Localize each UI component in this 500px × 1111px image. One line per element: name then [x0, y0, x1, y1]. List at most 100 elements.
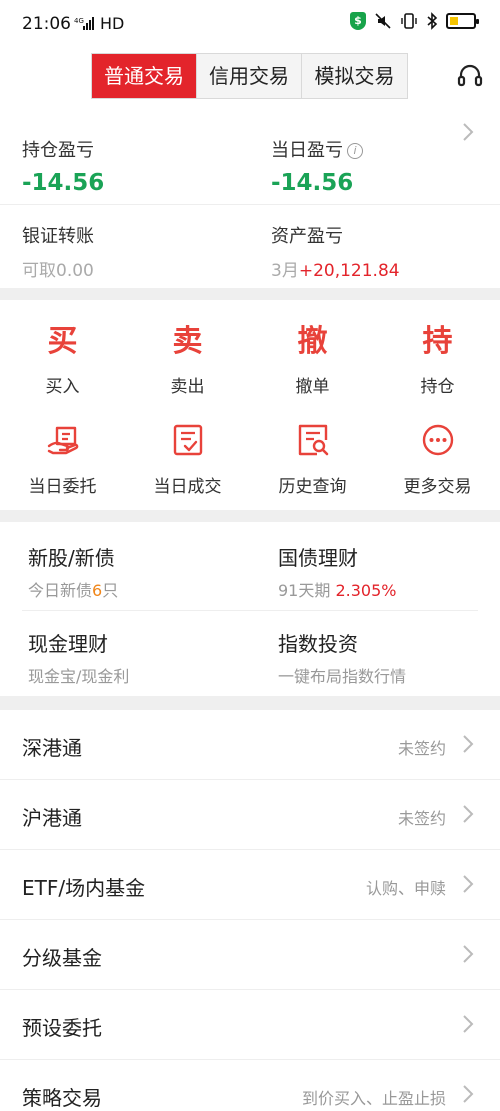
history-query-button[interactable]: 历史查询: [250, 422, 375, 497]
signal-icon: 4G: [74, 17, 94, 30]
security-shield-icon: $: [350, 12, 366, 30]
chevron-right-icon: [463, 805, 474, 823]
chevron-right-icon: [463, 875, 474, 893]
list-item-status: 未签约: [397, 809, 446, 828]
list-item-status: 到价买入、止盈止损: [301, 1089, 446, 1108]
today-deals-button[interactable]: 当日成交: [125, 422, 250, 497]
index-investment-sub: 一键布局指数行情: [278, 667, 407, 686]
cash-management-title: 现金理财: [28, 632, 108, 656]
hand-order-icon: [47, 426, 78, 455]
trade-mode-tabs: 普通交易 信用交易 模拟交易: [91, 53, 408, 99]
ipo-bond-title: 新股/新债: [28, 546, 115, 570]
doc-search-icon: [298, 424, 328, 456]
holding-pl-cell: 持仓盈亏 -14.56: [22, 136, 104, 196]
treasury-bond-rate: 2.305%: [335, 581, 397, 600]
ipo-bond-count: 6: [92, 581, 103, 600]
status-time: 21:06: [22, 14, 71, 34]
withdrawable-amount: 可取0.00: [22, 261, 94, 281]
chevron-right-icon[interactable]: [462, 122, 474, 142]
history-query-label: 历史查询: [278, 477, 347, 497]
positions-label: 持仓: [420, 377, 455, 397]
daily-pl-value: -14.56: [271, 170, 354, 196]
info-icon[interactable]: i: [347, 143, 363, 159]
ipo-bond-sub-prefix: 今日新债: [28, 581, 93, 600]
battery-icon: [446, 13, 479, 29]
buy-button[interactable]: 买 买入: [0, 322, 125, 397]
tab-normal-trade[interactable]: 普通交易: [92, 54, 197, 98]
bluetooth-icon: [427, 12, 438, 30]
list-item-etf-fund[interactable]: ETF/场内基金 认购、申赎: [0, 850, 500, 920]
asset-pl-cell[interactable]: 资产盈亏 3月+20,121.84: [271, 222, 400, 281]
positions-icon: 持: [422, 324, 453, 359]
divider: [0, 204, 500, 205]
cancel-order-label: 撤单: [295, 377, 330, 397]
asset-pl-sub: 3月+20,121.84: [271, 256, 400, 281]
sell-button[interactable]: 卖 卖出: [125, 322, 250, 397]
service-list: 深港通 未签约 沪港通 未签约 ETF/场内基金 认购、申赎 分级基金 预设委托…: [0, 710, 500, 1111]
tab-simulated-trade[interactable]: 模拟交易: [302, 54, 407, 98]
list-item-title: 预设委托: [22, 1016, 102, 1040]
trade-tab-header: 普通交易 信用交易 模拟交易: [0, 48, 500, 112]
bank-transfer-label: 银证转账: [22, 226, 94, 247]
chevron-right-icon: [463, 1015, 474, 1033]
customer-service-headset-icon[interactable]: [456, 62, 484, 90]
ipo-bond-sub: 今日新债6只: [28, 577, 118, 601]
positions-button[interactable]: 持 持仓: [375, 322, 500, 397]
treasury-bond-sub: 91天期 2.305%: [278, 577, 396, 601]
tab-credit-trade[interactable]: 信用交易: [197, 54, 302, 98]
ipo-bond-entry[interactable]: 新股/新债 今日新债6只: [28, 542, 118, 601]
vibrate-icon: [401, 13, 417, 29]
list-item-structured-fund[interactable]: 分级基金: [0, 920, 500, 990]
svg-text:4G: 4G: [74, 17, 84, 25]
buy-label: 买入: [45, 377, 80, 397]
more-dots-icon: [422, 424, 453, 456]
status-bar: 21:06 4G HD $: [0, 0, 500, 48]
list-item-title: 沪港通: [22, 806, 82, 830]
buy-icon: 买: [47, 324, 78, 359]
holding-pl-value: -14.56: [22, 170, 105, 196]
list-item-status: 未签约: [397, 739, 446, 758]
today-deals-label: 当日成交: [153, 477, 222, 497]
index-investment-entry[interactable]: 指数投资 一键布局指数行情: [278, 628, 406, 687]
list-item-sz-hk-connect[interactable]: 深港通 未签约: [0, 710, 500, 780]
cancel-order-icon: 撤: [297, 324, 328, 359]
treasury-bond-term: 91天期: [278, 581, 336, 600]
daily-pl-label-row: 当日盈亏 i: [271, 136, 363, 162]
asset-pl-month: 3月: [271, 261, 299, 281]
products-panel: 新股/新债 今日新债6只 国债理财 91天期 2.305% 现金理财 现金宝/现…: [0, 522, 500, 696]
cash-management-entry[interactable]: 现金理财 现金宝/现金利: [28, 628, 129, 687]
sell-icon: 卖: [172, 324, 203, 359]
list-item-title: ETF/场内基金: [22, 876, 146, 900]
account-summary-card[interactable]: 持仓盈亏 -14.56 当日盈亏 i -14.56 银证转账 可取0.00 资产盈…: [0, 112, 500, 288]
bank-transfer-cell[interactable]: 银证转账 可取0.00: [22, 222, 94, 281]
treasury-bond-entry[interactable]: 国债理财 91天期 2.305%: [278, 542, 396, 601]
divider: [22, 610, 478, 611]
list-item-title: 策略交易: [22, 1086, 102, 1110]
chevron-right-icon: [463, 735, 474, 753]
list-item-status: 认购、申赎: [365, 879, 446, 898]
ipo-bond-sub-suffix: 只: [102, 581, 119, 600]
sell-label: 卖出: [170, 377, 205, 397]
mute-icon: [375, 13, 391, 29]
today-orders-label: 当日委托: [28, 477, 97, 497]
treasury-bond-title: 国债理财: [278, 546, 358, 570]
cash-management-sub: 现金宝/现金利: [28, 667, 130, 686]
chevron-right-icon: [463, 1085, 474, 1103]
list-item-preset-order[interactable]: 预设委托: [0, 990, 500, 1060]
list-item-sh-hk-connect[interactable]: 沪港通 未签约: [0, 780, 500, 850]
trade-actions-grid: 买 买入 卖 卖出 撤 撤单 持 持仓 当日委托 当日成交 历史查询 更多交易: [0, 300, 500, 510]
list-item-strategy-trade[interactable]: 策略交易 到价买入、止盈止损: [0, 1060, 500, 1111]
asset-pl-label: 资产盈亏: [271, 226, 343, 247]
chevron-right-icon: [463, 945, 474, 963]
index-investment-title: 指数投资: [278, 632, 358, 656]
holding-pl-label: 持仓盈亏: [22, 140, 94, 161]
more-trades-label: 更多交易: [403, 477, 472, 497]
network-label: HD: [100, 14, 125, 33]
more-trades-button[interactable]: 更多交易: [375, 422, 500, 497]
daily-pl-cell: 当日盈亏 i -14.56: [271, 136, 363, 196]
cancel-order-button[interactable]: 撤 撤单: [250, 322, 375, 397]
daily-pl-label: 当日盈亏: [271, 140, 343, 161]
doc-check-icon: [173, 424, 202, 456]
list-item-title: 深港通: [22, 736, 82, 760]
today-orders-button[interactable]: 当日委托: [0, 422, 125, 497]
